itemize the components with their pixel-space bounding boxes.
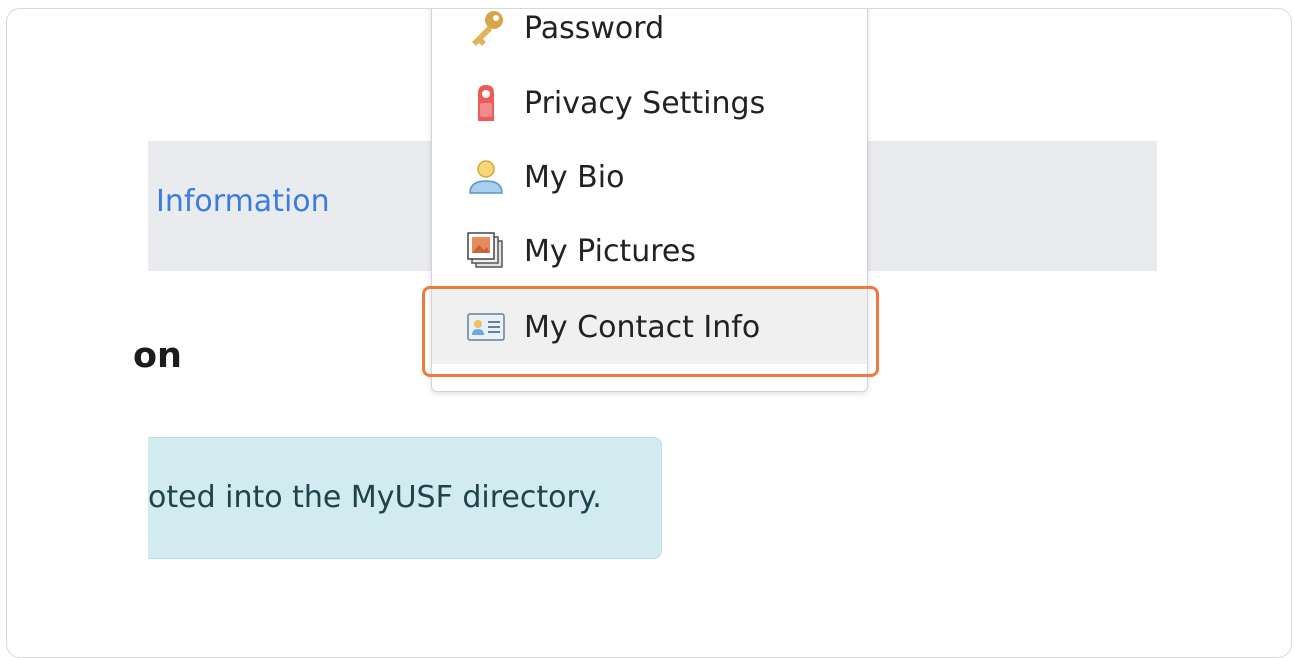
menu-item-my-bio[interactable]: My Bio <box>432 140 867 214</box>
contact-card-icon <box>466 307 506 347</box>
info-alert: oted into the MyUSF directory. <box>148 437 662 559</box>
screenshot-frame: Information on oted into the MyUSF direc… <box>6 8 1292 658</box>
section-title: on <box>133 336 182 376</box>
door-hanger-icon <box>466 83 506 123</box>
menu-item-label: Privacy Settings <box>524 85 766 121</box>
menu-item-password[interactable]: Password <box>432 9 867 65</box>
key-icon <box>466 9 506 48</box>
menu-item-my-contact-info[interactable]: My Contact Info <box>432 290 867 364</box>
alert-text: oted into the MyUSF directory. <box>148 480 602 515</box>
user-icon <box>466 157 506 197</box>
information-link[interactable]: Information <box>156 184 330 219</box>
menu-item-privacy-settings[interactable]: Privacy Settings <box>432 66 867 140</box>
menu-item-my-pictures[interactable]: My Pictures <box>432 214 867 288</box>
menu-item-label: My Pictures <box>524 233 696 269</box>
menu-item-label: My Bio <box>524 159 625 195</box>
menu-item-label: Password <box>524 10 665 46</box>
menu-item-label: My Contact Info <box>524 309 761 345</box>
profile-dropdown-menu: Password Privacy Settings My Bio My Pict… <box>431 9 868 392</box>
pictures-icon <box>466 231 506 271</box>
